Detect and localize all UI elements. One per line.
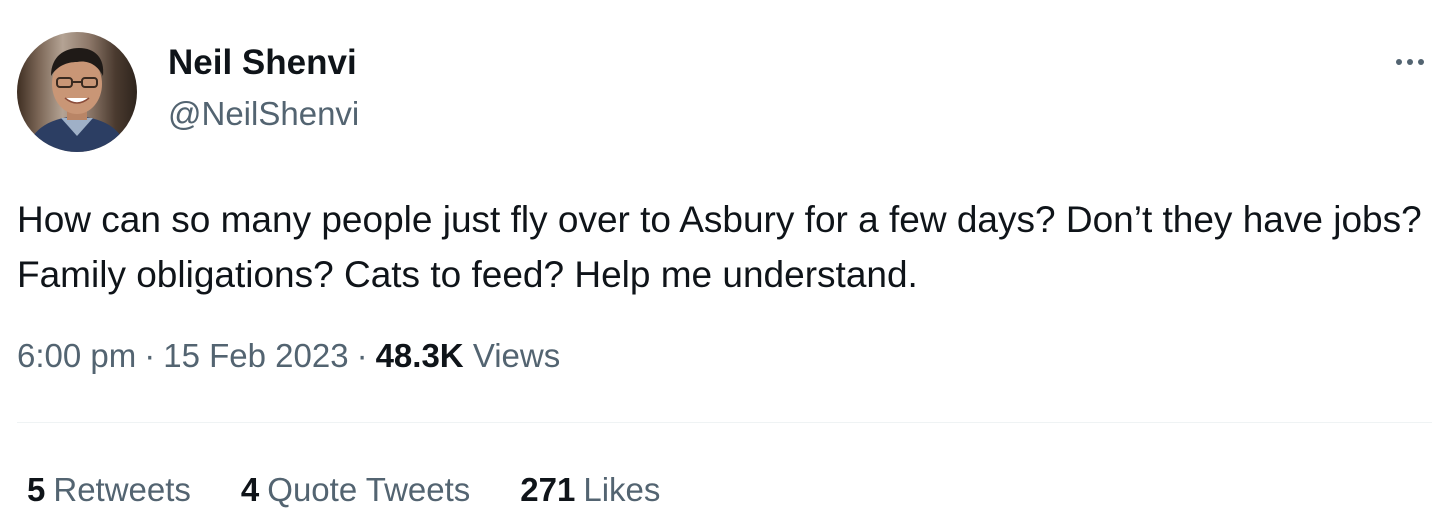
tweet-card: Neil Shenvi @NeilShenvi How can so many … [0, 0, 1447, 527]
separator: · [144, 337, 156, 374]
dot [1418, 59, 1424, 65]
retweets-label: Retweets [53, 471, 191, 508]
tweet-meta: 6:00 pm · 15 Feb 2023 · 48.3K Views [17, 333, 560, 379]
likes-count: 271 [520, 471, 576, 508]
quote-tweets-link[interactable]: 4 Quote Tweets [241, 467, 470, 513]
author-handle[interactable]: @NeilShenvi [168, 94, 359, 134]
likes-label: Likes [583, 471, 661, 508]
dot [1396, 59, 1402, 65]
quotes-label: Quote Tweets [267, 471, 471, 508]
tweet-text: How can so many people just fly over to … [17, 199, 1422, 295]
author-name[interactable]: Neil Shenvi [168, 42, 357, 84]
dot [1407, 59, 1413, 65]
views-label: Views [472, 337, 561, 374]
retweets-count: 5 [27, 471, 46, 508]
divider [17, 422, 1432, 423]
quotes-count: 4 [240, 471, 260, 508]
separator: · [356, 337, 368, 374]
views-count: 48.3K [375, 337, 464, 374]
avatar[interactable] [17, 32, 137, 152]
retweets-link[interactable]: 5 Retweets [27, 467, 191, 513]
more-options-icon[interactable] [1386, 44, 1434, 80]
tweet-date[interactable]: 15 Feb 2023 [163, 337, 348, 374]
likes-link[interactable]: 271 Likes [520, 467, 660, 513]
profile-photo-icon [27, 48, 127, 152]
tweet-time[interactable]: 6:00 pm [17, 337, 136, 374]
tweet-stats: 5 Retweets 4 Quote Tweets 271 Likes [27, 467, 710, 513]
